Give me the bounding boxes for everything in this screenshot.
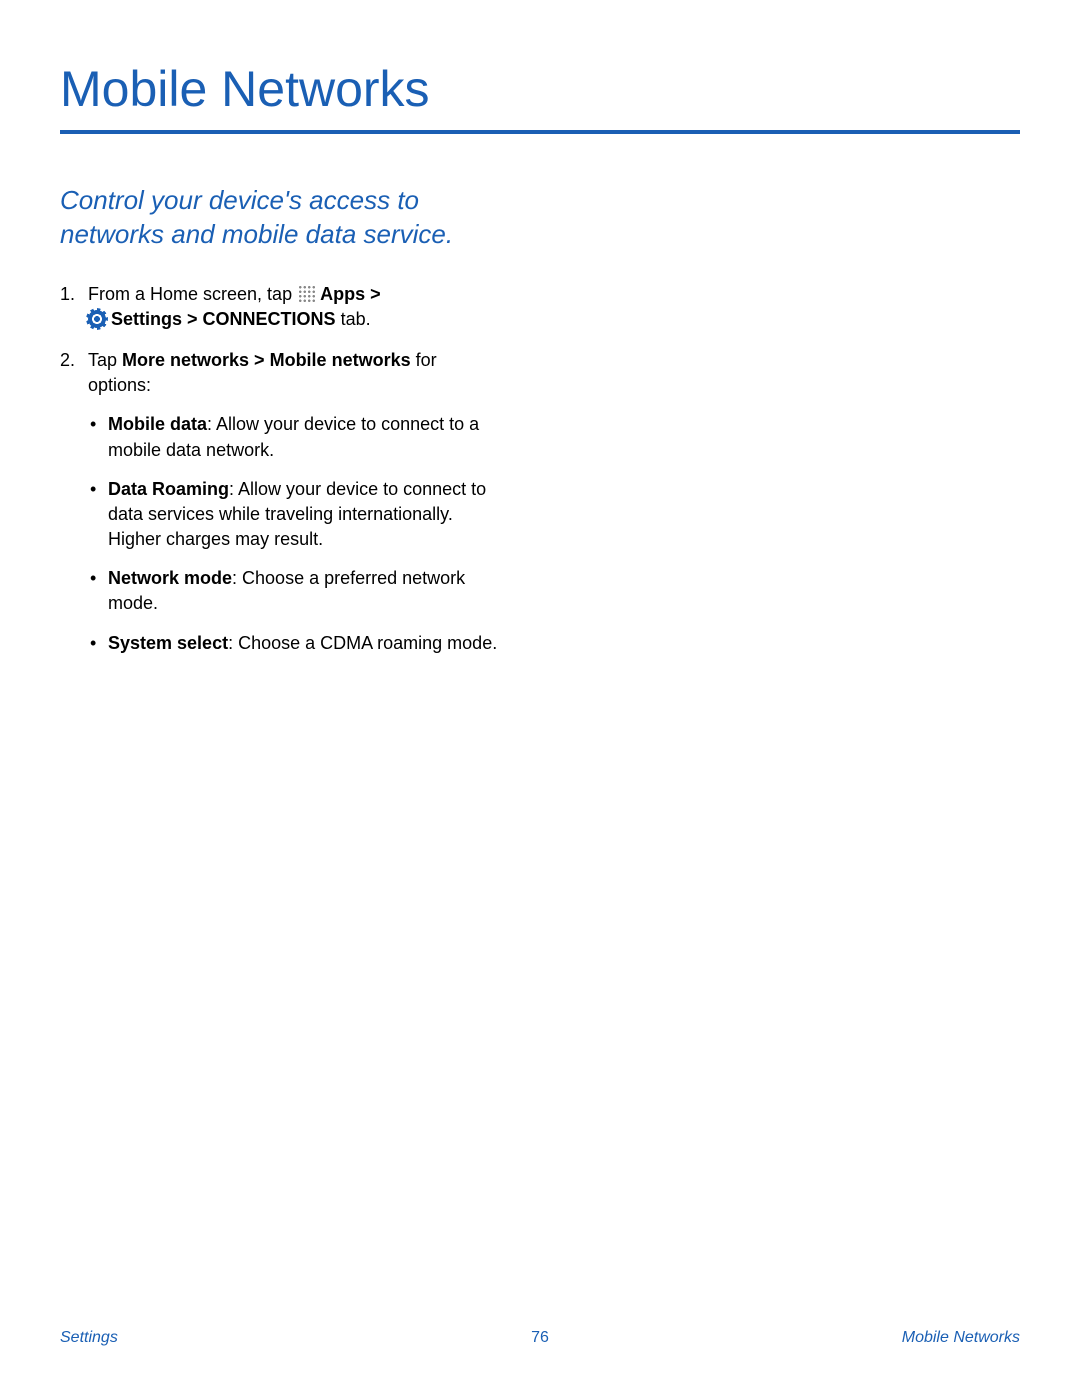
step-2: 2. Tap More networks > Mobile networks f… (60, 348, 500, 670)
connections-label: CONNECTIONS (203, 309, 336, 329)
page-title: Mobile Networks (60, 60, 1020, 118)
list-item: • Network mode: Choose a preferred netwo… (88, 566, 500, 616)
step-number: 1. (60, 282, 88, 332)
bullet-body: System select: Choose a CDMA roaming mod… (108, 631, 497, 656)
bullet-body: Mobile data: Allow your device to connec… (108, 412, 500, 462)
gt: > (365, 284, 381, 304)
bullet-icon: • (88, 477, 108, 553)
bullet-icon: • (88, 631, 108, 656)
bullet-label: Data Roaming (108, 479, 229, 499)
footer-page-number: 76 (531, 1329, 549, 1347)
gt: > (182, 309, 203, 329)
bullet-label: System select (108, 633, 228, 653)
list-item: • Data Roaming: Allow your device to con… (88, 477, 500, 553)
text: From a Home screen, tap (88, 284, 297, 304)
footer-left: Settings (60, 1329, 118, 1347)
bullet-text: : Choose a CDMA roaming mode. (228, 633, 497, 653)
step-body: Tap More networks > Mobile networks for … (88, 348, 500, 670)
footer-right: Mobile Networks (902, 1329, 1020, 1347)
title-rule (60, 130, 1020, 134)
settings-label: Settings (111, 309, 182, 329)
list-item: • System select: Choose a CDMA roaming m… (88, 631, 500, 656)
page: Mobile Networks Control your device's ac… (0, 0, 1080, 1397)
content: 1. From a Home screen, tap Apps > Settin… (60, 282, 500, 670)
list-item: • Mobile data: Allow your device to conn… (88, 412, 500, 462)
step-number: 2. (60, 348, 88, 670)
bullet-body: Network mode: Choose a preferred network… (108, 566, 500, 616)
bullet-icon: • (88, 412, 108, 462)
step-1: 1. From a Home screen, tap Apps > Settin… (60, 282, 500, 332)
apps-grid-icon (297, 284, 315, 302)
text: tab. (336, 309, 371, 329)
page-footer: Settings 76 Mobile Networks (60, 1329, 1020, 1347)
apps-label: Apps (320, 284, 365, 304)
bullet-body: Data Roaming: Allow your device to conne… (108, 477, 500, 553)
path-label: More networks > Mobile networks (122, 350, 411, 370)
bullet-label: Network mode (108, 568, 232, 588)
text: Tap (88, 350, 122, 370)
bullet-icon: • (88, 566, 108, 616)
intro-text: Control your device's access to networks… (60, 184, 480, 252)
bullet-list: • Mobile data: Allow your device to conn… (88, 412, 500, 656)
bullet-label: Mobile data (108, 414, 207, 434)
step-body: From a Home screen, tap Apps > Settings … (88, 282, 500, 332)
settings-gear-icon (88, 310, 106, 328)
